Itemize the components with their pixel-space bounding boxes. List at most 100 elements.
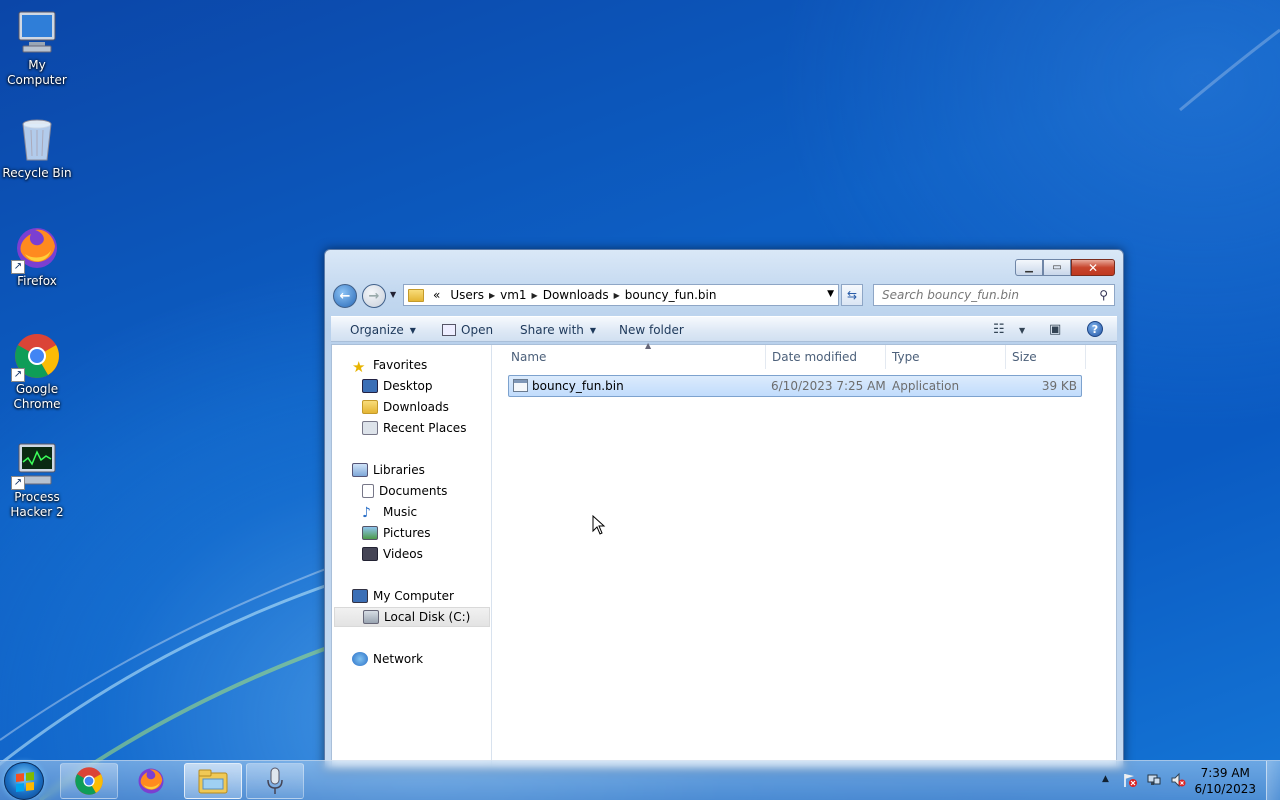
nav-label: Desktop xyxy=(383,379,433,393)
back-button[interactable]: ← xyxy=(333,284,357,308)
breadcrumb-users[interactable]: Users xyxy=(450,288,484,302)
shortcut-arrow-icon: ↗ xyxy=(11,476,25,490)
nav-recent-places[interactable]: Recent Places xyxy=(362,418,466,438)
breadcrumb-downloads[interactable]: Downloads xyxy=(543,288,609,302)
pictures-icon xyxy=(362,526,378,540)
nav-libraries[interactable]: Libraries xyxy=(352,460,425,480)
nav-pictures[interactable]: Pictures xyxy=(362,523,431,543)
desktop-icon-my-computer[interactable]: My Computer xyxy=(2,8,72,88)
chrome-icon: ↗ xyxy=(11,332,61,382)
file-name: bouncy_fun.bin xyxy=(532,379,624,393)
nav-label: Libraries xyxy=(373,463,425,477)
nav-videos[interactable]: Videos xyxy=(362,544,423,564)
nav-label: Music xyxy=(383,505,418,519)
firefox-icon: ↗ xyxy=(11,224,61,274)
nav-music[interactable]: ♪ Music xyxy=(362,502,417,522)
column-header-type[interactable]: Type xyxy=(886,345,1006,369)
nav-label: Downloads xyxy=(383,400,449,414)
volume-muted-icon[interactable] xyxy=(1170,772,1186,788)
desktop-icon-process-hacker[interactable]: ↗ Process Hacker 2 xyxy=(2,440,72,520)
computer-icon xyxy=(352,589,368,603)
taskbar-chrome[interactable] xyxy=(60,763,118,799)
column-label: Date modified xyxy=(772,350,858,364)
chevron-down-icon: ▼ xyxy=(589,325,597,335)
close-button[interactable]: ✕ xyxy=(1071,259,1115,276)
system-clock[interactable]: 7:39 AM 6/10/2023 xyxy=(1194,765,1256,797)
nav-my-computer[interactable]: My Computer xyxy=(352,586,454,606)
drive-icon xyxy=(363,610,379,624)
explorer-window: ▁ ▭ ✕ ← → ▼ « Users ▶ vm1 ▶ Downloads ▶ … xyxy=(324,249,1124,769)
file-date: 6/10/2023 7:25 AM xyxy=(771,379,886,393)
preview-pane-icon[interactable]: ▣ xyxy=(1049,322,1061,337)
new-folder-label: New folder xyxy=(619,323,684,337)
recent-places-icon xyxy=(362,421,378,435)
application-file-icon xyxy=(513,379,528,392)
address-dropdown-icon[interactable]: ▼ xyxy=(827,289,834,299)
caption-buttons: ▁ ▭ ✕ xyxy=(1015,259,1115,276)
breadcrumb-arrow-icon[interactable]: ▶ xyxy=(489,291,495,300)
nav-desktop[interactable]: Desktop xyxy=(362,376,433,396)
nav-label: Local Disk (C:) xyxy=(384,610,471,624)
desktop-icon-label: Chrome xyxy=(13,397,61,411)
start-button[interactable] xyxy=(4,762,44,800)
breadcrumb-arrow-icon[interactable]: ▶ xyxy=(532,291,538,300)
nav-favorites[interactable]: ★ Favorites xyxy=(352,355,428,376)
breadcrumb-arrow-icon[interactable]: ▶ xyxy=(614,291,620,300)
nav-documents[interactable]: Documents xyxy=(362,481,447,501)
taskbar-microphone[interactable] xyxy=(246,763,304,799)
nav-local-disk[interactable]: Local Disk (C:) xyxy=(334,607,490,627)
new-folder-button[interactable]: New folder xyxy=(619,323,684,337)
desktop-icon-chrome[interactable]: ↗ Google Chrome xyxy=(2,332,72,412)
taskbar-firefox[interactable] xyxy=(122,763,180,799)
clock-time: 7:39 AM xyxy=(1200,766,1250,780)
network-status-icon[interactable] xyxy=(1146,772,1162,788)
help-icon[interactable]: ? xyxy=(1087,321,1103,337)
nav-label: Recent Places xyxy=(383,421,467,435)
organize-button[interactable]: Organize ▼ xyxy=(350,323,416,337)
shortcut-arrow-icon: ↗ xyxy=(11,368,25,382)
search-placeholder: Search bouncy_fun.bin xyxy=(882,288,1019,302)
column-label: Type xyxy=(892,350,920,364)
minimize-button[interactable]: ▁ xyxy=(1015,259,1043,276)
desktop-icon-label: Google xyxy=(15,382,59,396)
nav-downloads[interactable]: Downloads xyxy=(362,397,449,417)
column-label: Name xyxy=(511,350,547,364)
nav-label: Documents xyxy=(379,484,448,498)
search-icon[interactable]: ⚲ xyxy=(1099,288,1108,302)
folder-icon xyxy=(408,288,424,302)
column-header-name[interactable]: Name ▲ xyxy=(505,341,766,369)
refresh-button[interactable]: ⇆ xyxy=(841,284,863,306)
forward-button[interactable]: → xyxy=(362,284,386,308)
nav-label: Favorites xyxy=(373,358,428,372)
share-with-button[interactable]: Share with ▼ xyxy=(520,323,596,337)
desktop-icon-recycle-bin[interactable]: Recycle Bin xyxy=(2,116,72,181)
action-center-icon[interactable] xyxy=(1122,772,1138,788)
desktop-icon-label: Computer xyxy=(7,73,67,87)
show-hidden-icons-icon[interactable]: ▲ xyxy=(1102,774,1109,784)
desktop-icon-label: Recycle Bin xyxy=(2,166,72,180)
view-options-icon[interactable]: ☷ xyxy=(993,322,1005,337)
maximize-button[interactable]: ▭ xyxy=(1043,259,1071,276)
taskbar-explorer[interactable] xyxy=(184,763,242,799)
open-button[interactable]: Open xyxy=(442,323,493,337)
file-size: 39 KB xyxy=(1041,379,1077,393)
column-header-size[interactable]: Size xyxy=(1006,345,1086,369)
show-desktop-button[interactable] xyxy=(1266,761,1280,800)
file-row[interactable]: bouncy_fun.bin 6/10/2023 7:25 AM Applica… xyxy=(508,375,1082,397)
address-overflow[interactable]: « xyxy=(433,288,440,302)
chevron-down-icon[interactable]: ▼ xyxy=(1019,326,1025,335)
computer-icon xyxy=(13,8,61,56)
windows-logo-icon xyxy=(16,772,34,792)
recent-pages-dropdown[interactable]: ▼ xyxy=(390,290,396,299)
nav-network[interactable]: Network xyxy=(352,649,423,669)
column-header-date[interactable]: Date modified xyxy=(766,345,886,369)
videos-icon xyxy=(362,547,378,561)
star-icon: ★ xyxy=(352,358,366,376)
breadcrumb-vm1[interactable]: vm1 xyxy=(500,288,526,302)
search-input[interactable]: Search bouncy_fun.bin ⚲ xyxy=(873,284,1115,306)
file-type: Application xyxy=(892,379,960,393)
desktop-icon-firefox[interactable]: ↗ Firefox xyxy=(2,224,72,289)
address-bar[interactable]: « Users ▶ vm1 ▶ Downloads ▶ bouncy_fun.b… xyxy=(403,284,839,306)
breadcrumb-current[interactable]: bouncy_fun.bin xyxy=(625,288,717,302)
nav-label: My Computer xyxy=(373,589,454,603)
